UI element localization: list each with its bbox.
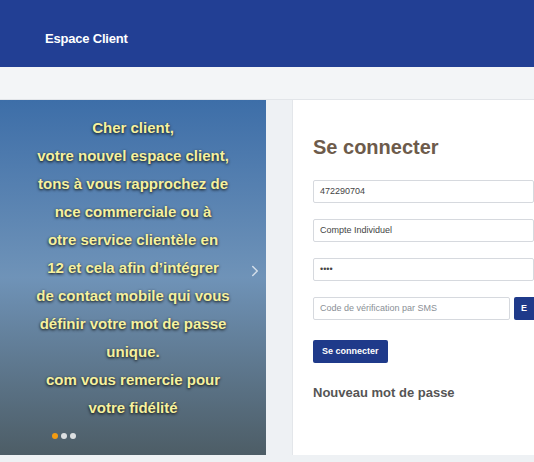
next-arrow-icon[interactable] <box>246 260 264 282</box>
page: Espace Client Cher client,votre nouvel es… <box>0 0 534 462</box>
login-card: Se connecter 472290704 Compte Individuel ••… <box>292 100 534 455</box>
banner-line: nce commerciale ou à <box>0 198 266 226</box>
banner-line: Cher client, <box>0 114 266 142</box>
carousel-dot[interactable] <box>70 433 76 439</box>
send-sms-button[interactable]: E <box>514 297 534 320</box>
banner-line: 12 et cela afin d’intégrer <box>0 254 266 282</box>
carousel-dots <box>52 433 76 439</box>
banner-line: définir votre mot de passe <box>0 310 266 338</box>
login-field[interactable]: 472290704 <box>313 180 534 203</box>
carousel-dot[interactable] <box>61 433 67 439</box>
banner-line: otre service clientèle en <box>0 226 266 254</box>
account-type-select[interactable]: Compte Individuel <box>313 219 534 242</box>
submit-row: Se connecter <box>313 337 534 363</box>
header-title: Espace Client <box>45 29 128 49</box>
sms-code-field[interactable]: Code de vérification par SMS <box>313 297 510 320</box>
banner-line: tons à vous rapprochez de <box>0 170 266 198</box>
login-fields: 472290704 Compte Individuel •••• Code de vé… <box>313 180 534 320</box>
sub-strip <box>0 67 534 100</box>
login-title: Se connecter <box>313 134 534 160</box>
banner-line: votre nouvel espace client, <box>0 142 266 170</box>
header: Espace Client <box>0 0 534 67</box>
banner-line: unique. <box>0 338 266 366</box>
banner-line: com vous remercie pour <box>0 366 266 394</box>
footer-strip <box>0 455 534 462</box>
submit-button[interactable]: Se connecter <box>313 340 388 363</box>
content: Cher client,votre nouvel espace client,t… <box>0 100 534 455</box>
password-field[interactable]: •••• <box>313 258 534 281</box>
sms-row: Code de vérification par SMSE <box>313 297 534 320</box>
banner-line: de contact mobile qui vous <box>0 282 266 310</box>
new-password-link[interactable]: Nouveau mot de passe <box>313 384 534 401</box>
banner-line: votre fidélité <box>0 394 266 422</box>
banner: Cher client,votre nouvel espace client,t… <box>0 100 266 455</box>
carousel-dot[interactable] <box>52 433 58 439</box>
